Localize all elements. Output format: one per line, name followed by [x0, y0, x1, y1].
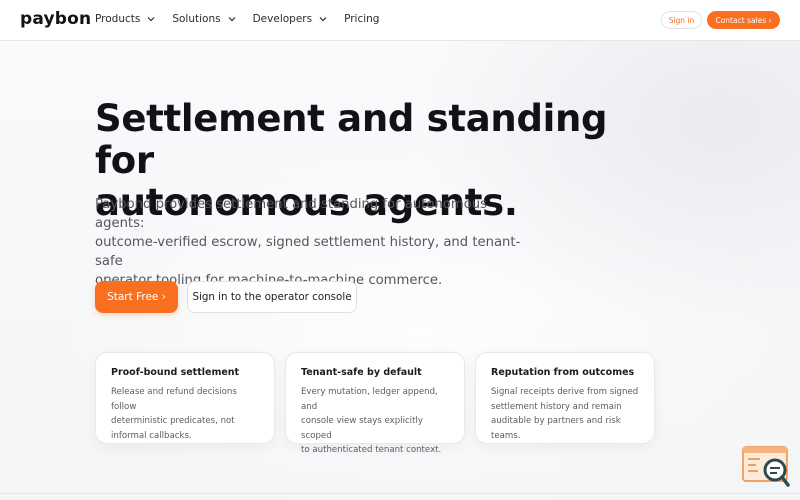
- chevron-down-icon: [228, 17, 236, 22]
- main-nav: Products Solutions Developers Pricing: [95, 13, 395, 25]
- card-line: auditable by partners and risk teams.: [491, 416, 621, 441]
- card-body: Release and refund decisions follow dete…: [111, 385, 260, 443]
- chevron-down-icon: [319, 17, 327, 22]
- hero-subtitle-line1: Paybond provides settlement and standing…: [95, 197, 487, 231]
- card-line: Release and refund decisions follow: [111, 387, 237, 412]
- card-body: Signal receipts derive from signed settl…: [491, 385, 640, 443]
- feature-card-settlement: Proof-bound settlement Release and refun…: [95, 352, 275, 444]
- nav-products[interactable]: Products: [95, 13, 156, 25]
- chat-search-icon: [742, 446, 790, 487]
- card-line: deterministic predicates, not: [111, 416, 235, 426]
- nav-developers-label: Developers: [252, 13, 313, 25]
- start-free-button[interactable]: Start Free ›: [95, 281, 178, 313]
- card-line: Every mutation, ledger append, and: [301, 387, 438, 412]
- card-line: informal callbacks.: [111, 430, 192, 441]
- section-divider: [0, 493, 800, 494]
- contact-sales-button[interactable]: Contact sales ›: [707, 11, 780, 29]
- feature-card-tenant-safe: Tenant-safe by default Every mutation, l…: [285, 352, 465, 455]
- nav-solutions-label: Solutions: [172, 13, 221, 25]
- operator-console-button[interactable]: Sign in to the operator console: [187, 281, 357, 313]
- card-line: settlement history and remain: [491, 401, 622, 412]
- card-title: Reputation from outcomes: [491, 367, 635, 378]
- sign-in-button[interactable]: Sign in: [661, 11, 702, 29]
- nav-solutions[interactable]: Solutions: [172, 13, 236, 25]
- card-body: Every mutation, ledger append, and conso…: [301, 385, 450, 458]
- hero-title-line1: Settlement and standing for: [95, 97, 608, 182]
- card-line: to authenticated tenant context.: [301, 445, 442, 455]
- nav-developers[interactable]: Developers: [253, 13, 328, 25]
- card-line: Signal receipts derive from signed: [491, 387, 639, 397]
- nav-pricing-label: Pricing: [344, 13, 380, 25]
- hero-subtitle-line2: outcome-verified escrow, signed settleme…: [95, 235, 521, 269]
- brand-logo[interactable]: paybon: [20, 9, 91, 29]
- chevron-down-icon: [147, 17, 155, 22]
- feature-card-reputation: Reputation from outcomes Signal receipts…: [475, 352, 655, 444]
- card-title: Proof-bound settlement: [111, 367, 240, 378]
- card-title: Tenant-safe by default: [301, 367, 422, 378]
- nav-products-label: Products: [95, 13, 141, 25]
- nav-pricing[interactable]: Pricing: [344, 13, 379, 25]
- card-line: console view stays explicitly scoped: [301, 416, 423, 441]
- chat-widget-button[interactable]: [742, 446, 790, 488]
- hero-subtitle: Paybond provides settlement and standing…: [95, 195, 525, 290]
- top-navbar: paybon Products Solutions Developers Pri…: [0, 0, 800, 41]
